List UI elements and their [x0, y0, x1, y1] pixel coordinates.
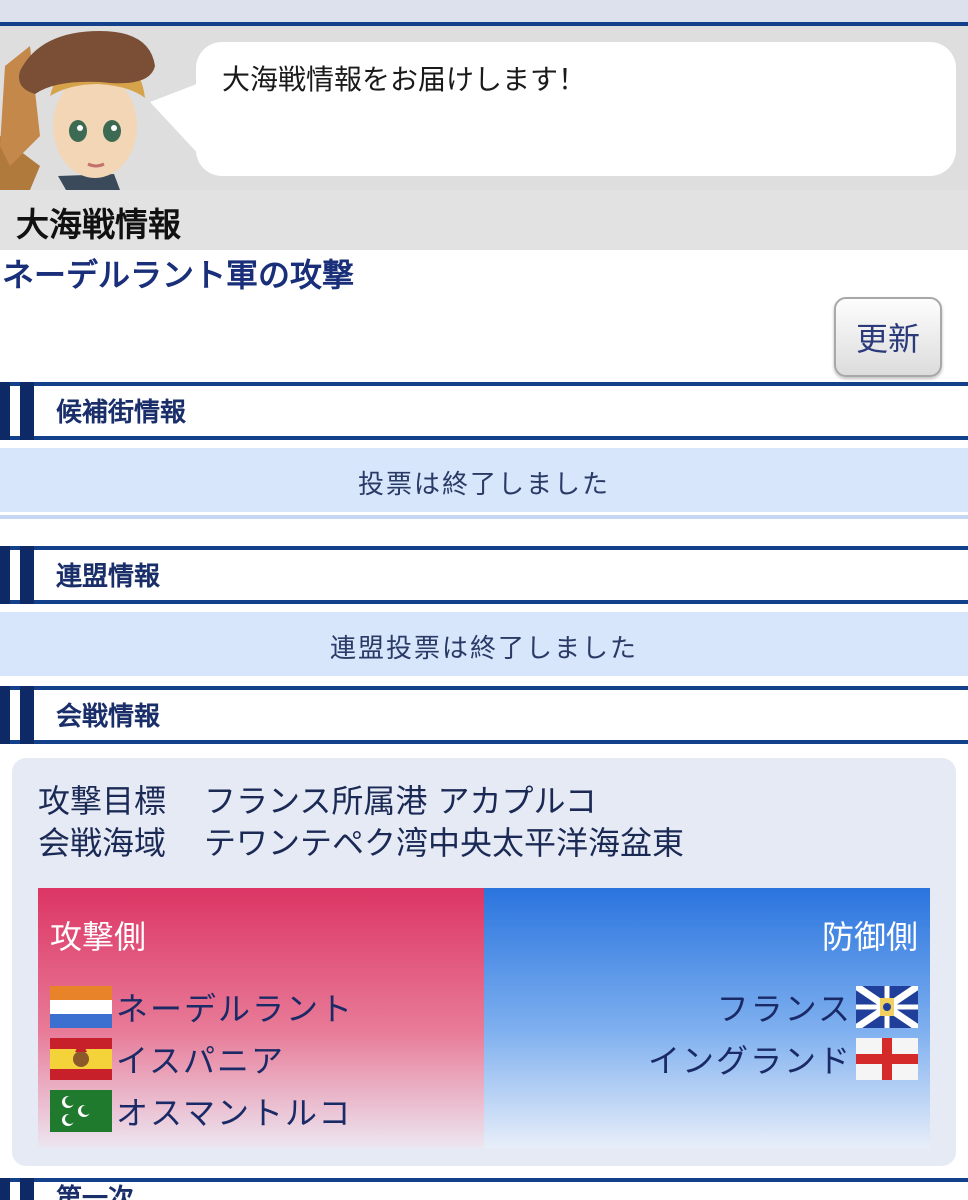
top-bar	[0, 0, 968, 22]
section-title: 会戦情報	[56, 702, 161, 732]
section-title: 連盟情報	[56, 562, 161, 592]
nation-row: イングランド	[648, 1036, 918, 1082]
alliance-status-text: 連盟投票は終了しました	[329, 634, 638, 664]
netherlands-flag-icon	[50, 986, 112, 1028]
speech-bubble-tail	[150, 82, 202, 158]
nation-name: フランス	[716, 990, 852, 1028]
section-header-alliance: 連盟情報	[0, 546, 968, 604]
battle-sides: 攻撃側 ネーデルラント イスパニア オスマントルコ 防御側 フランス イングラン…	[38, 888, 930, 1148]
section-title: 第一次	[56, 1184, 135, 1200]
nation-name: オスマントルコ	[116, 1094, 353, 1132]
section-header-battle: 会戦情報	[0, 686, 968, 744]
candidate-status-panel: 投票は終了しました	[0, 448, 968, 512]
nation-row: フランス	[716, 983, 920, 1031]
section-title: 候補街情報	[56, 398, 187, 428]
avatar	[0, 26, 160, 190]
nation-name: ネーデルラント	[116, 990, 355, 1028]
header-banner: 大海戦情報をお届けします！	[0, 26, 968, 190]
page-title-bar: 大海戦情報	[0, 190, 968, 250]
attack-target-row: 攻撃目標 フランス所属港 アカプルコ	[38, 776, 597, 822]
attacking-side-title: 攻撃側	[50, 918, 147, 956]
divider	[0, 515, 968, 519]
speech-bubble: 大海戦情報をお届けします！	[196, 42, 956, 176]
defending-side-title: 防御側	[821, 918, 918, 956]
england-flag-icon	[856, 1038, 918, 1080]
speech-text: 大海戦情報をお届けします！	[222, 63, 587, 96]
battle-info-card: 攻撃目標 フランス所属港 アカプルコ 会戦海域 テワンテペク湾中央太平洋海盆東 攻撃…	[12, 758, 956, 1166]
battle-area-label: 会戦海域	[38, 824, 167, 862]
page-title: 大海戦情報	[16, 205, 181, 244]
alliance-status-panel: 連盟投票は終了しました	[0, 612, 968, 676]
candidate-status-text: 投票は終了しました	[357, 470, 610, 500]
defending-side-panel: 防御側 フランス イングランド	[484, 888, 930, 1148]
battle-area-row: 会戦海域 テワンテペク湾中央太平洋海盆東	[38, 818, 684, 864]
nation-name: イスパニア	[116, 1042, 286, 1080]
nation-row: ネーデルラント	[50, 984, 354, 1030]
france-flag-icon	[854, 983, 920, 1031]
attack-target-label: 攻撃目標	[38, 782, 167, 820]
nation-row: オスマントルコ	[50, 1088, 352, 1134]
attack-target-value: フランス所属港 アカプルコ	[204, 782, 597, 820]
nation-row: イスパニア	[50, 1036, 285, 1082]
attacking-side-panel: 攻撃側 ネーデルラント イスパニア オスマントルコ	[38, 888, 484, 1148]
section-header-next: 第一次	[0, 1178, 968, 1200]
ottoman-flag-icon	[50, 1090, 112, 1132]
spain-flag-icon	[50, 1038, 112, 1080]
section-header-candidate: 候補街情報	[0, 382, 968, 440]
battle-area-value: テワンテペク湾中央太平洋海盆東	[204, 824, 685, 862]
battle-subtitle: ネーデルラント軍の攻撃	[2, 256, 355, 294]
nation-name: イングランド	[647, 1042, 852, 1080]
update-button[interactable]: 更新	[834, 297, 942, 377]
